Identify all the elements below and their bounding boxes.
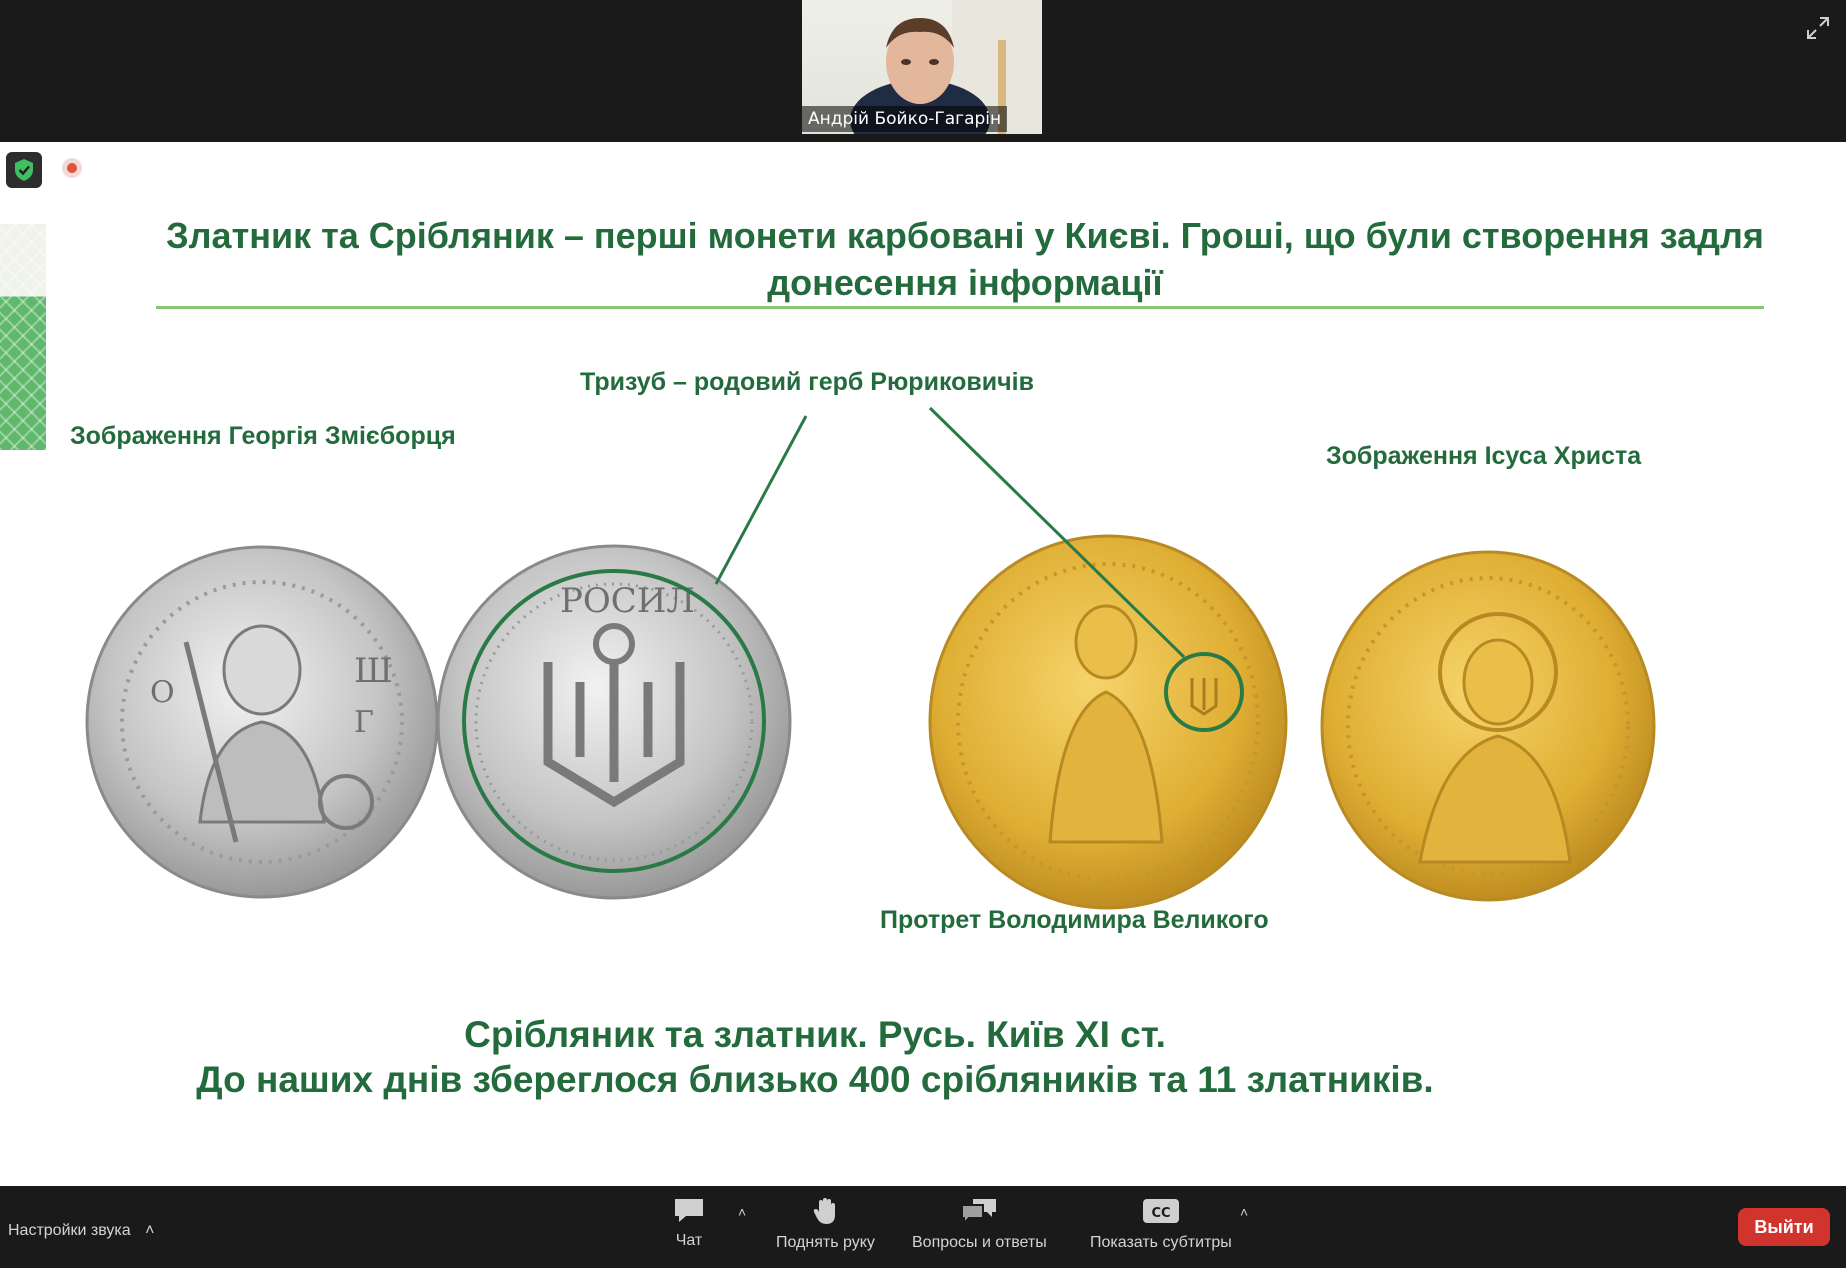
qa-button[interactable]: Вопросы и ответы	[912, 1196, 1047, 1252]
raise-hand-label: Поднять руку	[776, 1234, 875, 1251]
svg-text:Г: Г	[354, 705, 374, 740]
label-jesus: Зображення Ісуса Христа	[1326, 442, 1642, 470]
presentation-slide: Златник та Срібляник – перші монети карб…	[0, 142, 1846, 1186]
silver-coin-reverse: РОСИЛ	[436, 544, 792, 900]
captions-label: Показать субтитры	[1090, 1234, 1232, 1251]
svg-text:CC: CC	[1151, 1206, 1170, 1221]
gold-coin-obverse	[928, 534, 1288, 910]
svg-text:О: О	[150, 675, 175, 710]
chat-label: Чат	[675, 1232, 703, 1249]
chevron-up-icon[interactable]: ˄	[738, 1204, 746, 1220]
svg-text:Ш: Ш	[354, 651, 393, 691]
slide-caption: Срібляник та златник. Русь. Київ ХІ ст. …	[150, 1012, 1480, 1102]
tryzub-pointer-silver	[714, 415, 808, 585]
audio-settings-label: Настройки звука	[8, 1222, 131, 1239]
caption-line-2: До наших днів збереглося близько 400 срі…	[196, 1059, 1434, 1100]
captions-button[interactable]: CC Показать субтитры	[1090, 1196, 1232, 1252]
hand-icon	[814, 1198, 836, 1224]
chevron-up-icon[interactable]: ˄	[1240, 1204, 1248, 1220]
chevron-up-icon[interactable]: ˄	[145, 1222, 154, 1239]
label-georgiy: Зображення Георгія Змієборця	[70, 422, 456, 450]
leave-button[interactable]: Выйти	[1738, 1208, 1830, 1246]
fullscreen-icon[interactable]	[1804, 14, 1832, 42]
video-strip: Андрій Бойко-Гагарін	[0, 0, 1846, 140]
meeting-toolbar: Настройки звука ˄ Чат ˄ Поднять руку Воп…	[0, 1186, 1846, 1268]
svg-text:РОСИЛ: РОСИЛ	[560, 581, 695, 621]
cc-icon: CC	[1142, 1199, 1179, 1223]
chat-button[interactable]: Чат	[672, 1196, 706, 1250]
caption-line-1: Срібляник та златник. Русь. Київ ХІ ст.	[464, 1014, 1166, 1055]
silver-coin-obverse: Ш Г О	[85, 545, 439, 899]
gold-coin-reverse	[1320, 550, 1656, 902]
qa-label: Вопросы и ответы	[912, 1234, 1047, 1251]
label-tryzub: Тризуб – родовий герб Рюриковичів	[580, 368, 1034, 396]
label-volodymyr: Протрет Володимира Великого	[880, 906, 1269, 934]
audio-settings-button[interactable]: Настройки звука ˄	[8, 1222, 154, 1240]
qa-icon	[961, 1199, 997, 1226]
raise-hand-button[interactable]: Поднять руку	[776, 1196, 875, 1252]
speaker-name-tag: Андрій Бойко-Гагарін	[802, 106, 1008, 132]
chat-icon	[675, 1199, 703, 1222]
